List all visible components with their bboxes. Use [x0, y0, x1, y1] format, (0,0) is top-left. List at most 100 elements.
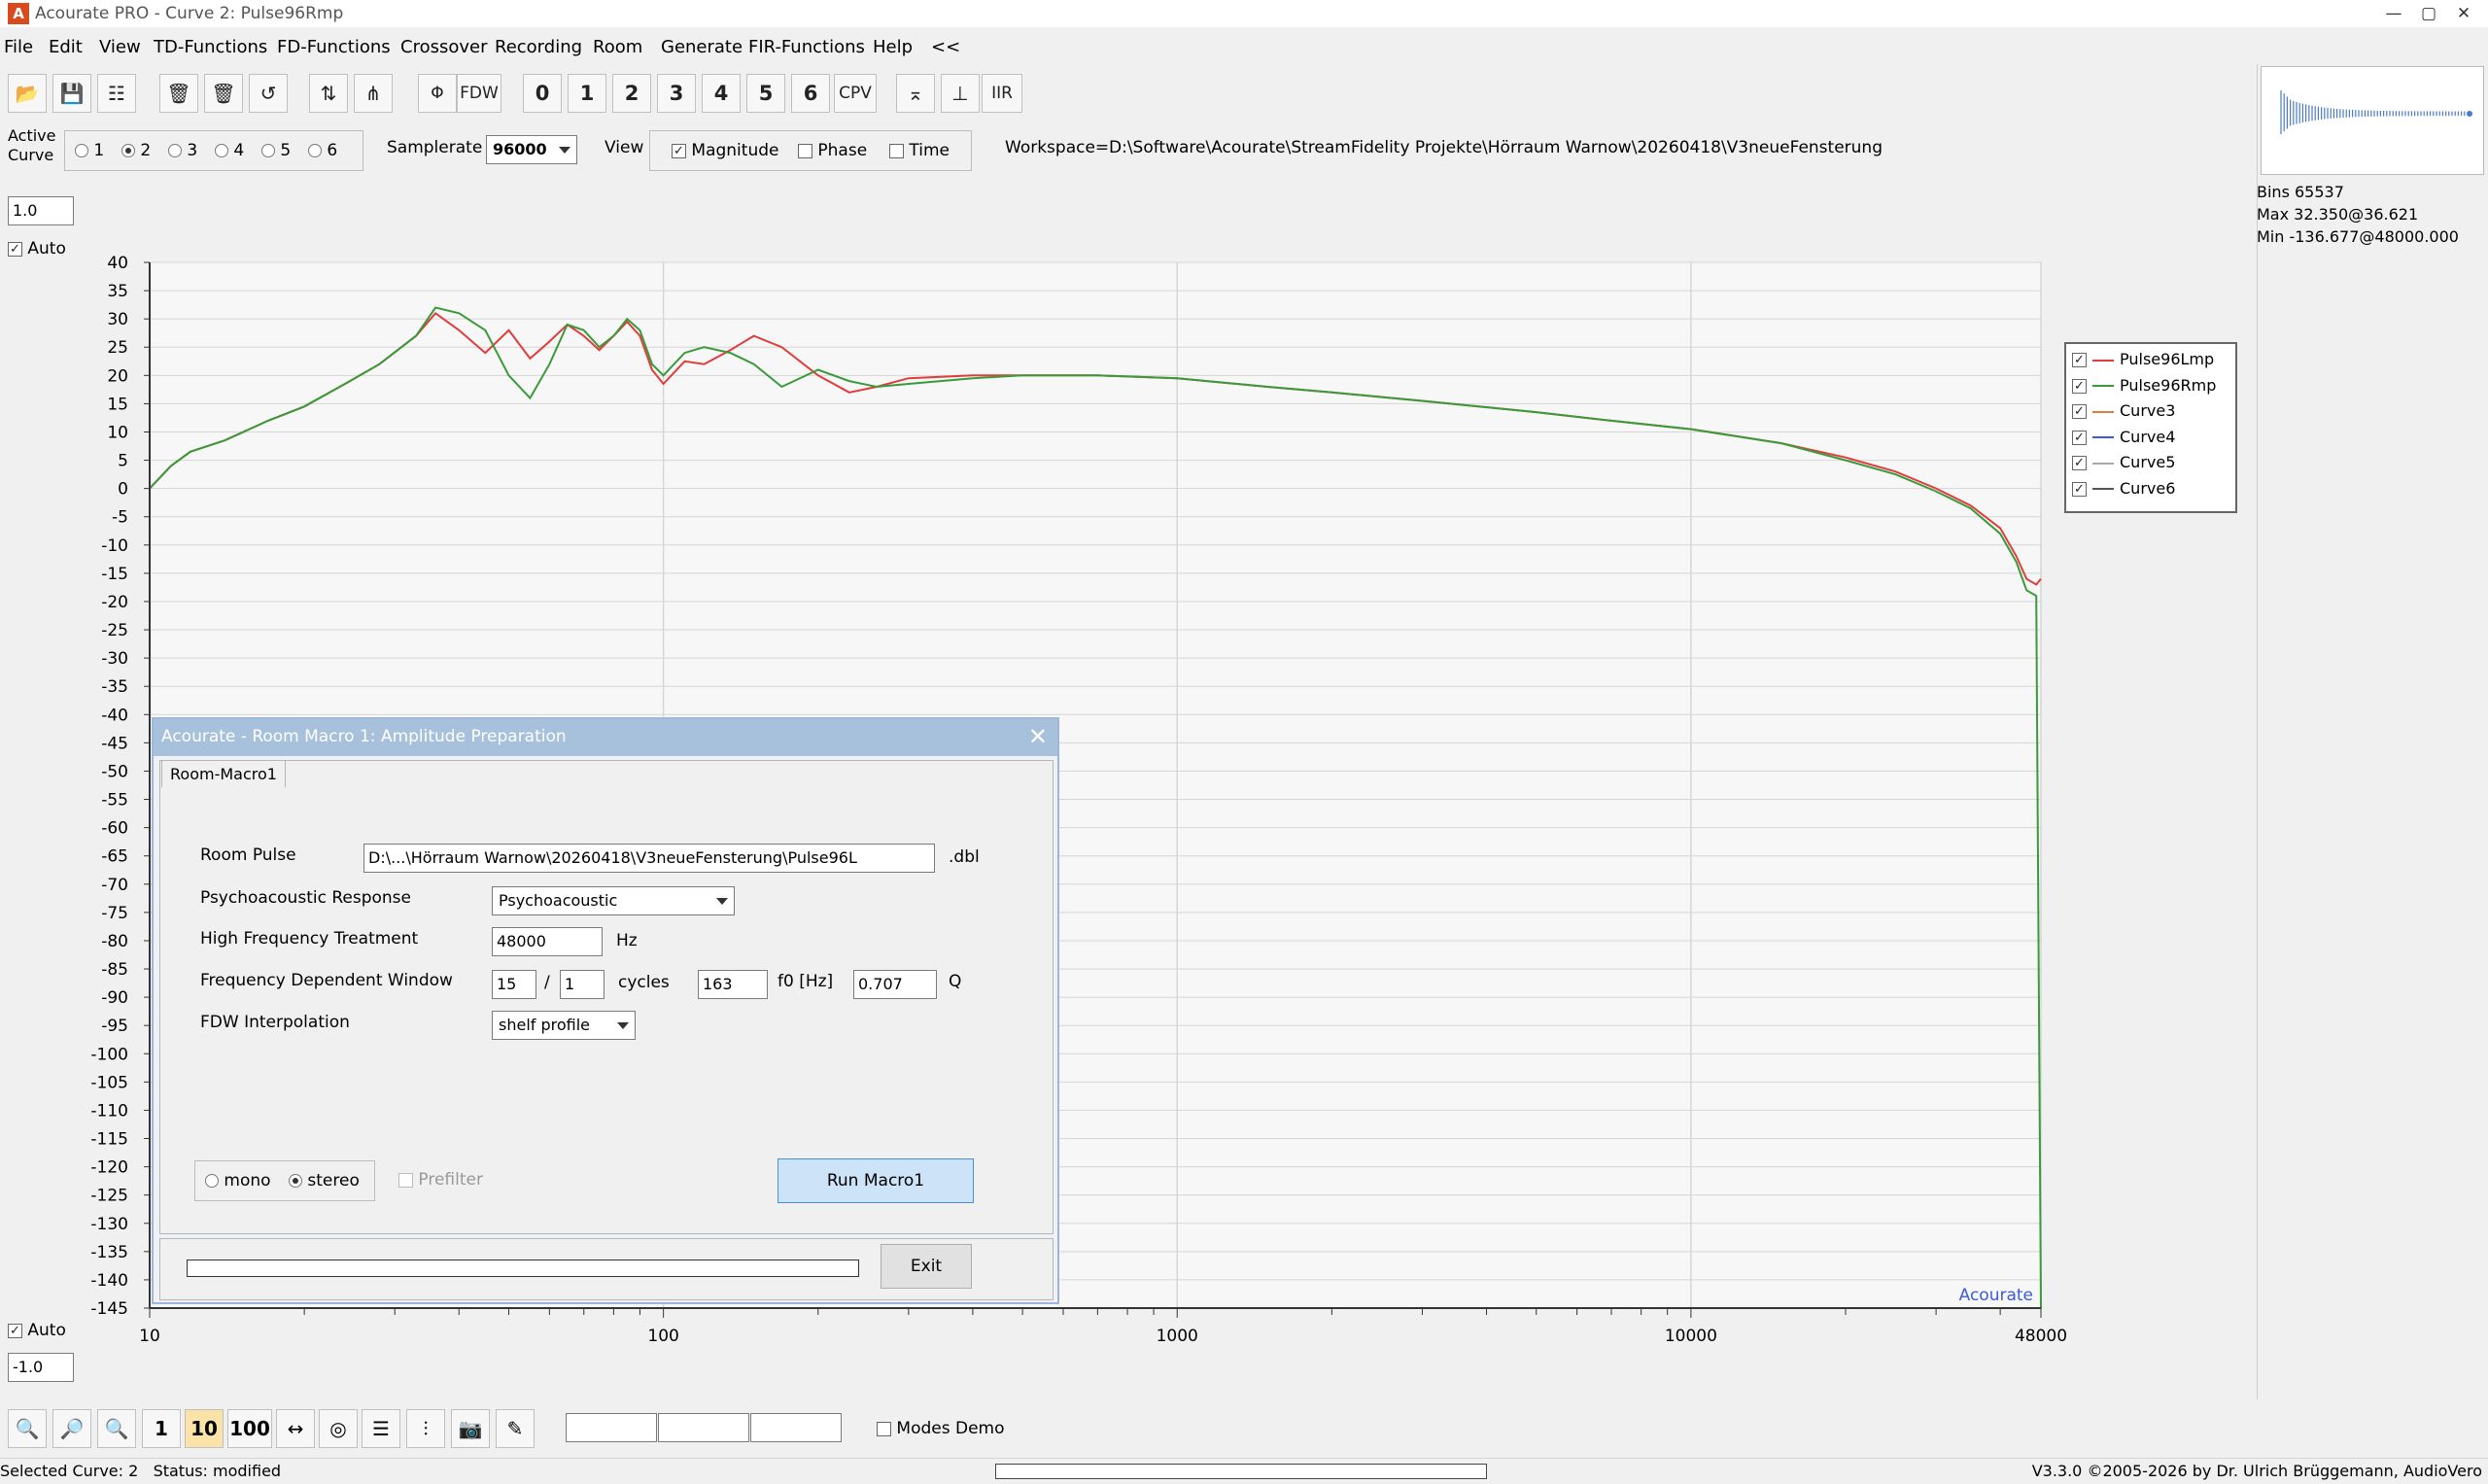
- menu-td-functions[interactable]: TD-Functions: [154, 37, 267, 57]
- f0-input[interactable]: 163: [698, 970, 768, 999]
- y-tick-label: 30: [107, 310, 128, 329]
- psychoacoustic-select[interactable]: Psychoacoustic: [492, 886, 735, 915]
- y-tick-label: -95: [101, 1017, 128, 1036]
- legend-item-curve6[interactable]: Curve6: [2072, 479, 2175, 500]
- cursor-field-1[interactable]: [566, 1413, 657, 1442]
- zoom-out-icon[interactable]: 🔍: [97, 1409, 136, 1448]
- menu-help[interactable]: Help: [873, 37, 913, 57]
- run-macro-button[interactable]: Run Macro1: [778, 1158, 974, 1203]
- curve-info: Bins 65537 Max 32.350@36.621 Min -136.67…: [2257, 181, 2459, 248]
- zoom-fit-icon[interactable]: 🔎: [52, 1409, 91, 1448]
- active-curve-option-2[interactable]: 2: [121, 141, 151, 160]
- legend-item-curve3[interactable]: Curve3: [2072, 401, 2175, 423]
- impulse-icon[interactable]: ⋔: [354, 74, 393, 113]
- scale-1-button[interactable]: 1: [142, 1409, 181, 1448]
- time-checkbox[interactable]: Time: [889, 141, 950, 160]
- level-adjust-icon[interactable]: ⇅: [309, 74, 348, 113]
- menu-generate[interactable]: Generate: [661, 37, 743, 57]
- menu-crossover[interactable]: Crossover: [400, 37, 487, 57]
- menu-view[interactable]: View: [99, 37, 141, 57]
- y-max-input[interactable]: 1.0: [8, 196, 74, 225]
- crossover-icon[interactable]: ⌅: [896, 74, 935, 113]
- curve-5-button[interactable]: 5: [746, 74, 785, 113]
- scale-100-button[interactable]: 100: [227, 1409, 272, 1448]
- stretch-icon[interactable]: ↔: [276, 1409, 315, 1448]
- x-tick-label: 10: [139, 1327, 160, 1346]
- legend-checkbox[interactable]: [2072, 404, 2087, 419]
- prefilter-checkbox[interactable]: Prefilter: [398, 1170, 483, 1190]
- clear-all-icon[interactable]: 🗑: [159, 74, 198, 113]
- menu-room[interactable]: Room: [593, 37, 642, 57]
- hf-treatment-input[interactable]: 48000: [492, 927, 603, 956]
- target-icon[interactable]: ◎: [319, 1409, 358, 1448]
- exit-button[interactable]: Exit: [881, 1244, 972, 1289]
- menu-collapse[interactable]: <<: [931, 37, 960, 57]
- curve-4-button[interactable]: 4: [702, 74, 741, 113]
- legend-item-curve5[interactable]: Curve5: [2072, 453, 2175, 474]
- y-tick-label: -85: [101, 960, 128, 980]
- y-tick-label: -75: [101, 904, 128, 923]
- undo-icon[interactable]: ↺: [249, 74, 288, 113]
- maximize-icon[interactable]: ▢: [2414, 2, 2443, 25]
- open-folder-icon[interactable]: 📂: [8, 74, 47, 113]
- minimize-icon[interactable]: —: [2379, 2, 2408, 25]
- curve-1-button[interactable]: 1: [568, 74, 606, 113]
- delete-icon[interactable]: 🗑: [204, 74, 243, 113]
- fdw-interpolation-select[interactable]: shelf profile: [492, 1011, 636, 1040]
- active-curve-option-6[interactable]: 6: [308, 141, 337, 160]
- dirac-icon[interactable]: ⊥: [941, 74, 980, 113]
- magnitude-checkbox[interactable]: Magnitude: [672, 141, 778, 160]
- close-icon[interactable]: ✕: [2449, 2, 2478, 25]
- samplerate-select[interactable]: 96000: [486, 135, 577, 164]
- legend-item-pulse96rmp[interactable]: Pulse96Rmp: [2072, 376, 2216, 397]
- camera-icon[interactable]: 📷: [451, 1409, 490, 1448]
- tree-icon[interactable]: ☷: [97, 74, 136, 113]
- phase-button[interactable]: Φ: [418, 74, 457, 113]
- cpv-button[interactable]: CPV: [834, 74, 877, 113]
- menu-fir-functions[interactable]: FIR-Functions: [748, 37, 865, 57]
- cursor-field-3[interactable]: [750, 1413, 842, 1442]
- mono-radio[interactable]: mono: [205, 1171, 271, 1191]
- curve-3-button[interactable]: 3: [657, 74, 696, 113]
- menu-file[interactable]: File: [4, 37, 33, 57]
- stereo-radio[interactable]: stereo: [289, 1171, 360, 1191]
- modes-demo-checkbox[interactable]: Modes Demo: [877, 1419, 1005, 1438]
- dialog-close-icon[interactable]: ✕: [1028, 723, 1048, 750]
- y-tick-label: -90: [101, 988, 128, 1008]
- cursor-field-2[interactable]: [658, 1413, 749, 1442]
- active-curve-option-1[interactable]: 1: [75, 141, 104, 160]
- legend-checkbox[interactable]: [2072, 481, 2087, 497]
- room-pulse-input[interactable]: D:\...\Hörraum Warnow\20260418\V3neueFen…: [363, 844, 935, 873]
- curve-6-button[interactable]: 6: [791, 74, 830, 113]
- edit-note-icon[interactable]: ✎: [496, 1409, 535, 1448]
- menu-edit[interactable]: Edit: [49, 37, 83, 57]
- curve-2-button[interactable]: 2: [612, 74, 651, 113]
- active-curve-option-4[interactable]: 4: [215, 141, 244, 160]
- fdw-cycles-input[interactable]: 15: [492, 970, 536, 999]
- hline-icon[interactable]: ☰: [362, 1409, 400, 1448]
- q-input[interactable]: 0.707: [853, 970, 937, 999]
- fdw-cycles2-input[interactable]: 1: [560, 970, 605, 999]
- iir-button[interactable]: IIR: [982, 74, 1022, 113]
- curve-0-button[interactable]: 0: [523, 74, 562, 113]
- tab-room-macro1[interactable]: Room-Macro1: [161, 760, 286, 787]
- y-tick-label: 15: [107, 395, 128, 414]
- y-tick-label: -105: [90, 1073, 128, 1092]
- legend-item-pulse96lmp[interactable]: Pulse96Lmp: [2072, 350, 2214, 371]
- menu-fd-functions[interactable]: FD-Functions: [277, 37, 391, 57]
- save-icon[interactable]: 💾: [52, 74, 91, 113]
- zoom-in-icon[interactable]: 🔍: [8, 1409, 47, 1448]
- legend-checkbox[interactable]: [2072, 430, 2087, 445]
- fdw-button[interactable]: FDW: [457, 74, 501, 113]
- marker-icon[interactable]: ⫶: [406, 1409, 445, 1448]
- legend-checkbox[interactable]: [2072, 456, 2087, 470]
- legend-checkbox[interactable]: [2072, 353, 2087, 367]
- legend-item-curve4[interactable]: Curve4: [2072, 428, 2175, 449]
- active-curve-option-5[interactable]: 5: [261, 141, 291, 160]
- legend-checkbox[interactable]: [2072, 378, 2087, 394]
- active-curve-option-3[interactable]: 3: [168, 141, 197, 160]
- menu-recording[interactable]: Recording: [495, 37, 582, 57]
- scale-10-button[interactable]: 10: [185, 1409, 224, 1448]
- phase-checkbox[interactable]: Phase: [798, 141, 867, 160]
- impulse-thumbnail[interactable]: [2261, 66, 2484, 175]
